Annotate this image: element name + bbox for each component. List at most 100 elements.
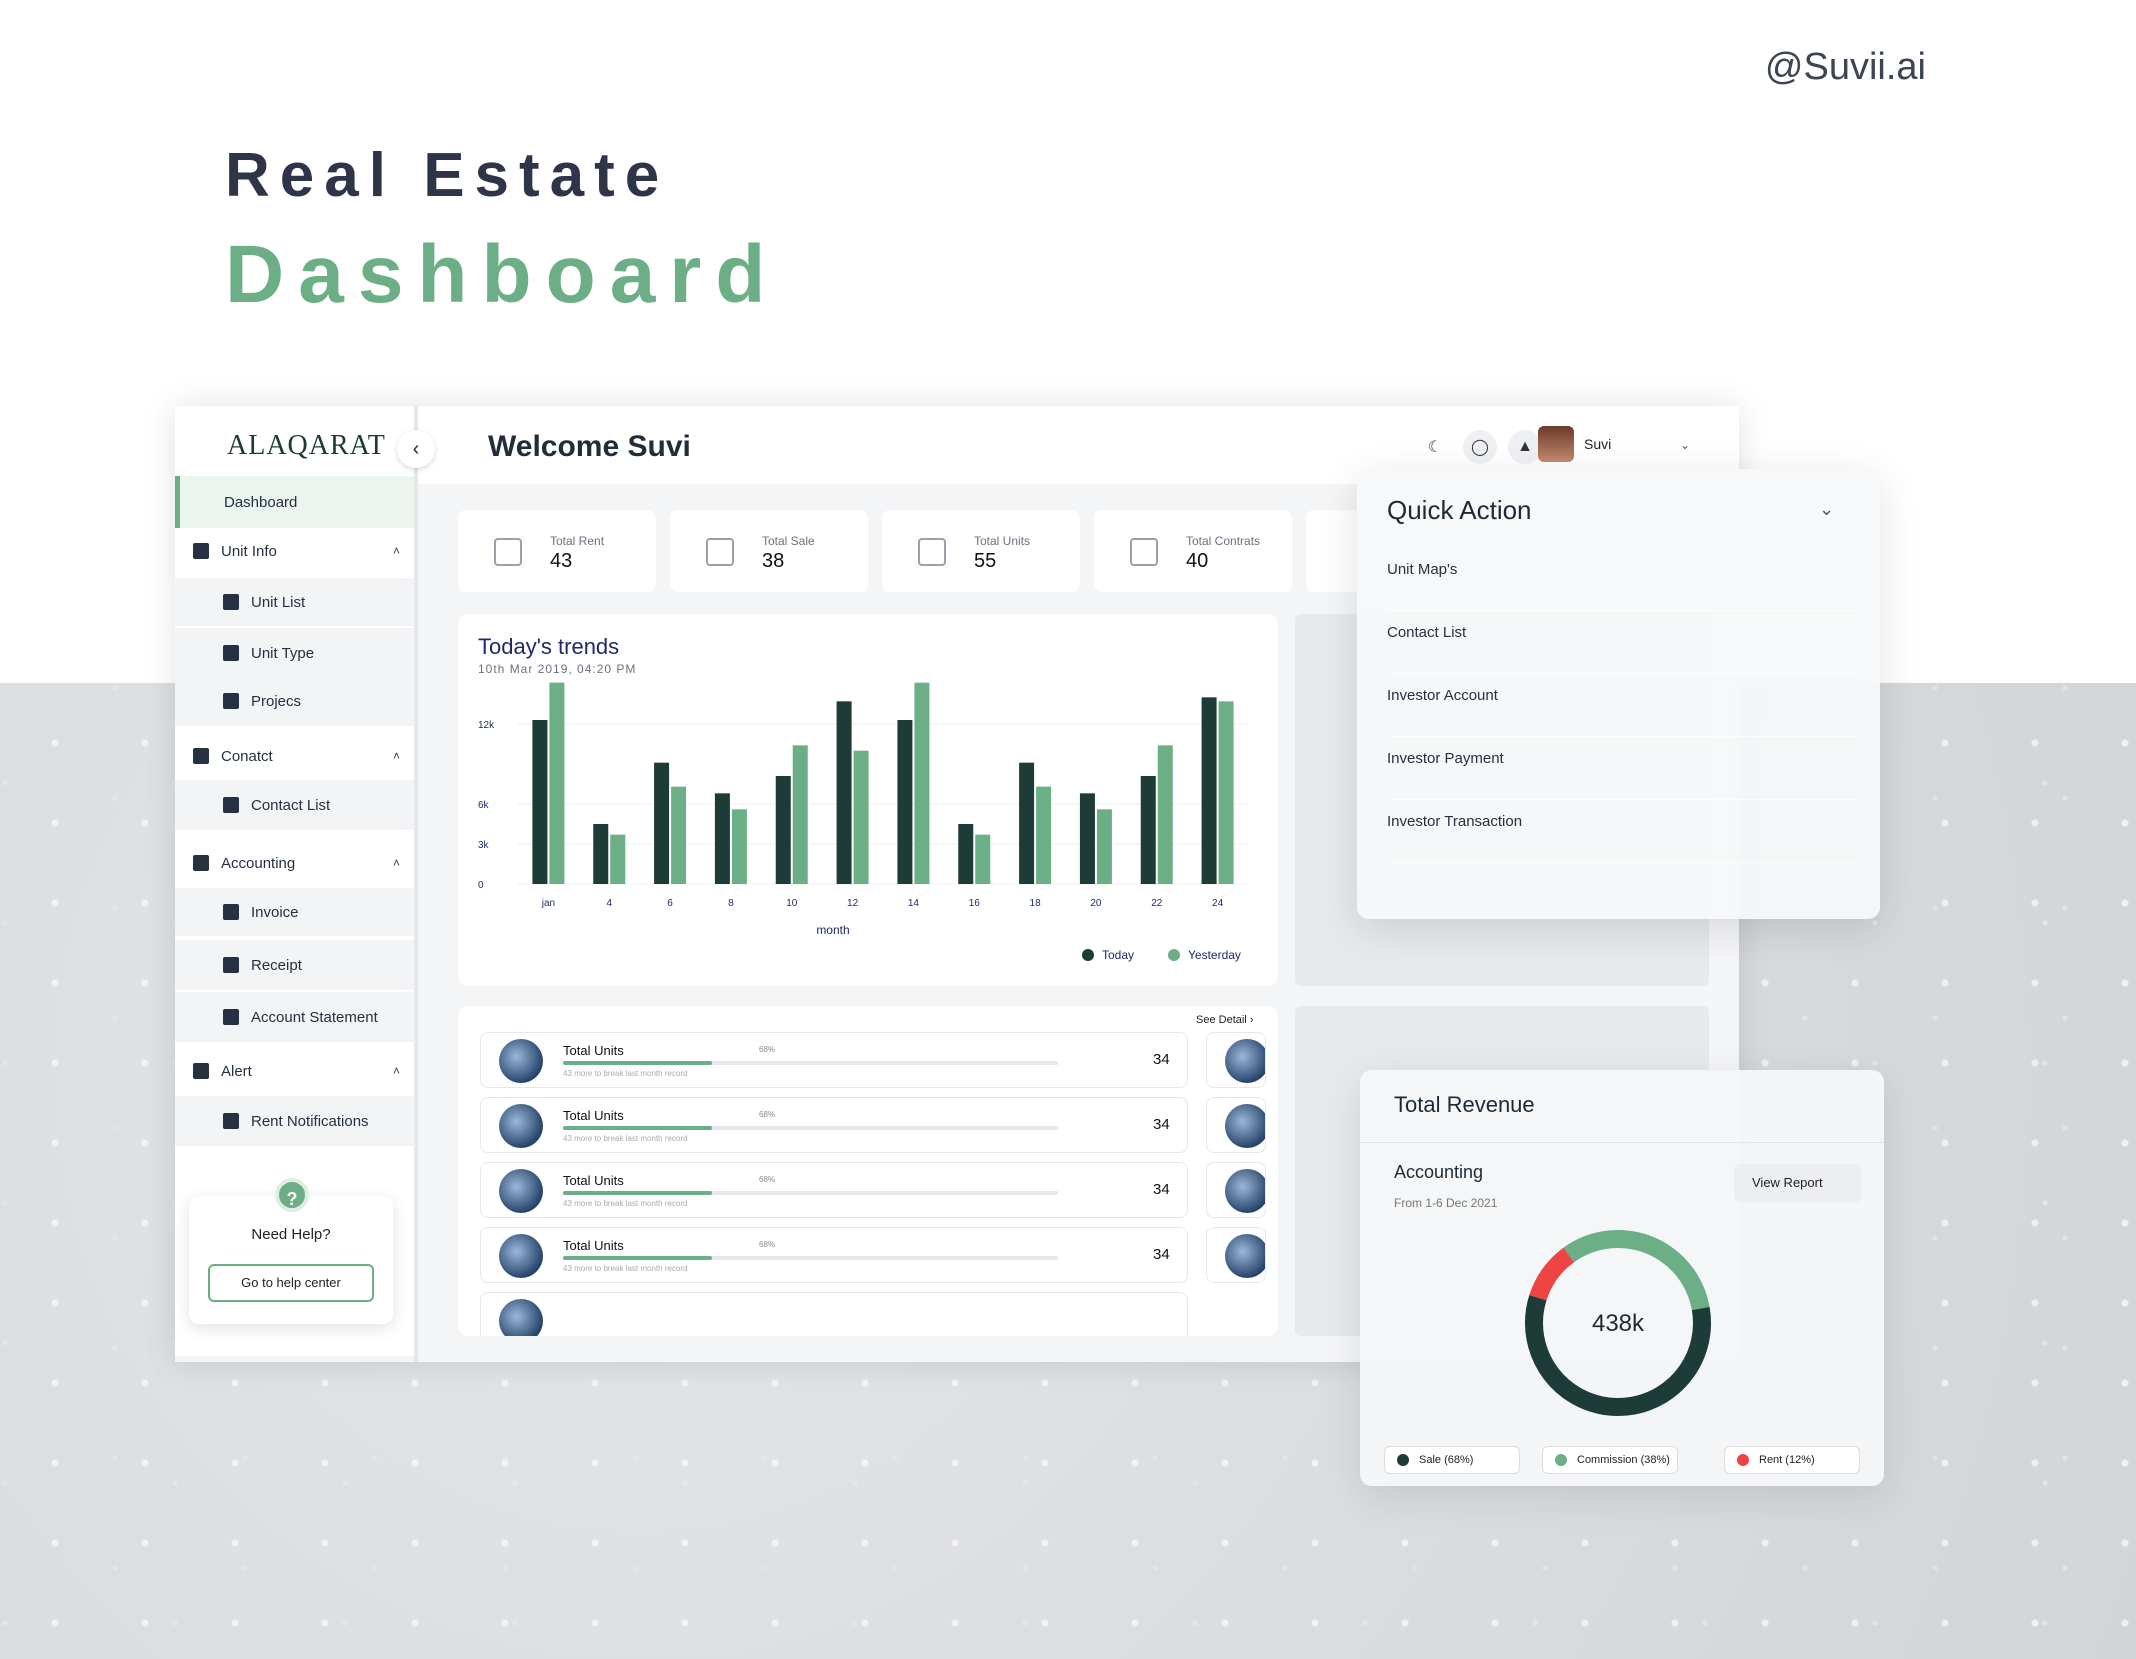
sidebar-item-investor-account[interactable]: Investor Account [175, 1356, 414, 1362]
sidebar-item-invoice[interactable]: Invoice [175, 888, 414, 936]
stat-card[interactable]: Total Sale 38 [670, 510, 868, 592]
bar-today [1140, 776, 1156, 884]
quick-action-item[interactable]: Contact List [1387, 612, 1857, 674]
statement-icon [223, 1009, 239, 1025]
progress-fill [563, 1256, 712, 1260]
bar-today [593, 824, 609, 884]
stat-card[interactable]: Total Rent 43 [458, 510, 656, 592]
unit-thumbnail [1225, 1169, 1265, 1213]
invoice-icon [223, 904, 239, 920]
sidebar-item-label: Accounting [221, 854, 296, 872]
help-center-button[interactable]: Go to help center [208, 1264, 374, 1302]
sidebar-item-label: Unit Type [251, 644, 315, 662]
sidebar-item-label: Projecs [251, 692, 302, 710]
bar-yesterday [549, 682, 565, 884]
chevron-down-icon[interactable]: ⌄ [1680, 438, 1690, 452]
sidebar-item-accounting[interactable]: Accounting ˄ [175, 838, 414, 888]
list-item-side[interactable] [1206, 1162, 1266, 1218]
quick-action-item[interactable]: Unit Map's [1387, 549, 1857, 611]
sidebar-item-label: Account Statement [251, 1008, 378, 1026]
stat-label: Total Contrats [1186, 534, 1261, 548]
quick-action-item[interactable]: Investor Account [1387, 675, 1857, 737]
list-item[interactable]: Total Units 68% 43 more to break last mont… [480, 1097, 1188, 1153]
sidebar-item-unit-type[interactable]: Unit Type [175, 628, 414, 678]
progress-bar [563, 1191, 1058, 1195]
chevron-up-icon[interactable]: ˄ [393, 749, 400, 763]
stat-label: Total Rent [550, 534, 605, 548]
sidebar-item-contact-list[interactable]: Contact List [175, 780, 414, 830]
sidebar-item-projecs[interactable]: Projecs [175, 676, 414, 726]
card-icon [223, 645, 239, 661]
legend-dot [1168, 949, 1180, 961]
bell-icon [223, 1113, 239, 1129]
x-tick-label: jan [541, 898, 555, 909]
row-percent: 68% [759, 1175, 776, 1184]
list-item[interactable]: Total Units 68% 43 more to break last mont… [480, 1227, 1188, 1283]
user-name[interactable]: Suvi [1584, 436, 1611, 452]
page-title-line2: Dashboard [225, 229, 780, 320]
trends-chart-card: Today's trends 10th Mar 2019, 04:20 PM 0… [458, 614, 1278, 986]
sidebar-item-receipt[interactable]: Receipt [175, 940, 414, 990]
sidebar-item-label: Rent Notifications [251, 1112, 369, 1130]
stat-value: 55 [974, 550, 997, 572]
sidebar-item-unit-list[interactable]: Unit List [175, 578, 414, 626]
progress-bar [563, 1126, 1058, 1130]
bar-today [714, 793, 730, 884]
x-tick-label: 18 [1030, 898, 1042, 909]
sidebar-item-account-statement[interactable]: Account Statement [175, 992, 414, 1042]
legend-label: Yesterday [1188, 948, 1241, 962]
sidebar-item-unit-info[interactable]: Unit Info ˄ [175, 528, 414, 574]
stat-icon [918, 538, 946, 566]
avatar[interactable] [1538, 426, 1574, 462]
chevron-down-icon[interactable]: ⌄ [1819, 499, 1834, 520]
x-tick-label: 24 [1212, 898, 1224, 909]
sidebar-item-alert[interactable]: Alert ˄ [175, 1046, 414, 1096]
bar-today [897, 720, 913, 884]
quick-action-title: Quick Action [1387, 495, 1532, 525]
quick-action-item[interactable]: Investor Transaction [1387, 801, 1857, 863]
sidebar-item-rent-notifications[interactable]: Rent Notifications [175, 1096, 414, 1146]
sidebar-item-label: Unit Info [221, 542, 277, 560]
chevron-up-icon[interactable]: ˄ [393, 1064, 400, 1078]
stat-icon [494, 538, 522, 566]
progress-bar [563, 1061, 1058, 1065]
x-tick-label: 12 [847, 898, 859, 909]
quick-action-item[interactable]: Investor Payment [1387, 738, 1857, 800]
building-icon [193, 543, 209, 559]
list-item-side[interactable] [1206, 1227, 1266, 1283]
y-tick-label: 3k [478, 840, 490, 851]
card-icon [223, 693, 239, 709]
revenue-legend-item: Sale (68%) [1384, 1446, 1520, 1474]
bar-today [654, 762, 670, 884]
chevron-left-icon: ‹ [412, 437, 420, 460]
x-tick-label: 16 [969, 898, 981, 909]
chat-icon[interactable]: ◯ [1463, 430, 1497, 464]
revenue-legend-item: Commission (38%) [1542, 1446, 1678, 1474]
chevron-up-icon[interactable]: ˄ [393, 544, 400, 558]
list-item-partial [480, 1292, 1188, 1336]
bar-yesterday [1218, 701, 1234, 884]
sidebar-item-dashboard[interactable]: Dashboard [175, 476, 414, 528]
stat-icon [1130, 538, 1158, 566]
legend-label: Sale (68%) [1419, 1454, 1474, 1466]
stat-card[interactable]: Total Units 55 [882, 510, 1080, 592]
sidebar-collapse-button[interactable]: ‹ [397, 430, 435, 468]
bar-today [1019, 762, 1035, 884]
chevron-up-icon[interactable]: ˄ [393, 856, 400, 870]
welcome-title: Welcome Suvi [488, 430, 691, 463]
list-item[interactable]: Total Units 68% 43 more to break last mont… [480, 1162, 1188, 1218]
bell-icon[interactable]: ▲ [1508, 430, 1542, 464]
see-detail-link[interactable]: See Detail › [1196, 1014, 1254, 1026]
sidebar-item-label: Alert [221, 1062, 252, 1080]
bar-yesterday [914, 682, 930, 884]
row-value: 34 [1153, 1181, 1170, 1198]
sidebar-item-label: Dashboard [224, 493, 298, 511]
sidebar-item-conatct[interactable]: Conatct ˄ [175, 731, 414, 781]
list-item-side[interactable] [1206, 1097, 1266, 1153]
bar-yesterday [671, 786, 687, 884]
moon-icon[interactable]: ☾ [1418, 430, 1452, 464]
stat-card[interactable]: Total Contrats 40 [1094, 510, 1292, 592]
sidebar-item-label: Invoice [251, 903, 299, 921]
list-item[interactable]: Total Units 68% 43 more to break last mont… [480, 1032, 1188, 1088]
list-item-side[interactable] [1206, 1032, 1266, 1088]
